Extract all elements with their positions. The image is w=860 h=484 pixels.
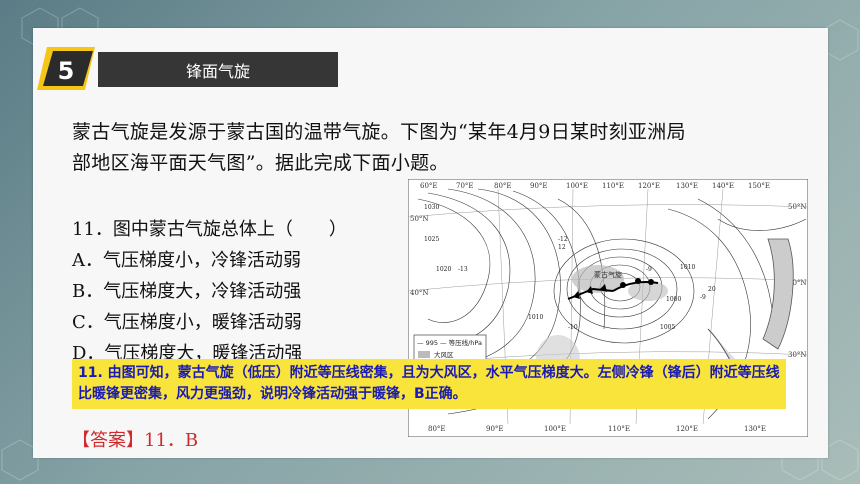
option-a: A．气压梯度小，冷锋活动弱 [72, 250, 301, 271]
lon-label: 130°E [744, 425, 766, 433]
lat-label: 40°N [410, 289, 429, 297]
answer-key: 【答案】11．B [72, 430, 199, 451]
lon-label: 120°E [638, 182, 660, 190]
option-b: B．气压梯度大，冷锋活动强 [72, 281, 302, 302]
question-block: 11．图中蒙古气旋总体上（ ） A．气压梯度小，冷锋活动弱 B．气压梯度大，冷锋… [72, 214, 402, 369]
temperature-label: -10 [568, 324, 578, 331]
temperature-label: 12 [558, 244, 566, 251]
section-number: 5 [58, 57, 75, 85]
lon-label: 80°E [494, 182, 512, 190]
pressure-label: 1010 [680, 264, 695, 271]
section-number-badge: 5 [37, 47, 95, 90]
temperature-label: 20 [708, 286, 716, 293]
temperature-label: -12 [558, 236, 568, 243]
lon-label: 90°E [530, 182, 548, 190]
pressure-label: 1010 [528, 314, 543, 321]
lon-label: 100°E [566, 182, 588, 190]
temperature-label: -9 [646, 266, 652, 273]
lon-label: 110°E [608, 425, 630, 433]
section-title: 锋面气旋 [185, 61, 250, 81]
lon-label: 60°E [420, 182, 438, 190]
pressure-label: 1025 [424, 236, 439, 243]
legend-wind-swatch [418, 351, 430, 358]
pressure-label: 1000 [666, 296, 681, 303]
low-center-label: 蒙古气旋 [594, 270, 622, 279]
question-stem: 11．图中蒙古气旋总体上（ ） [72, 219, 347, 240]
lon-label: 120°E [676, 425, 698, 433]
pressure-label: 1005 [660, 324, 675, 331]
intro-paragraph: 蒙古气旋是发源于蒙古国的温带气旋。下图为“某年4月9日某时刻亚洲局 部地区海平面… [72, 117, 792, 179]
section-title-bar: 锋面气旋 [98, 52, 338, 87]
lon-label: 150°E [748, 182, 770, 190]
temperature-label: -9 [700, 294, 706, 301]
lon-label: 110°E [602, 182, 624, 190]
legend-isobar: — 995 — 等压线/hPa [417, 338, 482, 347]
lon-label: 100°E [544, 425, 566, 433]
lon-label: 90°E [486, 425, 504, 433]
legend-wind: 大风区 [434, 350, 454, 359]
pressure-label: 1030 [424, 204, 439, 211]
lon-label: 80°E [428, 425, 446, 433]
lon-label: 130°E [676, 182, 698, 190]
lon-label: 140°E [712, 182, 734, 190]
option-c: C．气压梯度小，暖锋活动弱 [72, 312, 302, 333]
temperature-label: -13 [458, 266, 468, 273]
lon-label: 70°E [456, 182, 474, 190]
intro-line-1: 蒙古气旋是发源于蒙古国的温带气旋。下图为“某年4月9日某时刻亚洲局 [72, 121, 686, 143]
pressure-label: 1020 [436, 266, 451, 273]
answer-explanation-box: 11. 由图可知，蒙古气旋（低压）附近等压线密集，且为大风区，水平气压梯度大。左… [72, 359, 786, 409]
intro-line-2: 部地区海平面天气图”。据此完成下面小题。 [72, 152, 449, 174]
answer-explanation: 11. 由图可知，蒙古气旋（低压）附近等压线密集，且为大风区，水平气压梯度大。左… [78, 365, 780, 402]
